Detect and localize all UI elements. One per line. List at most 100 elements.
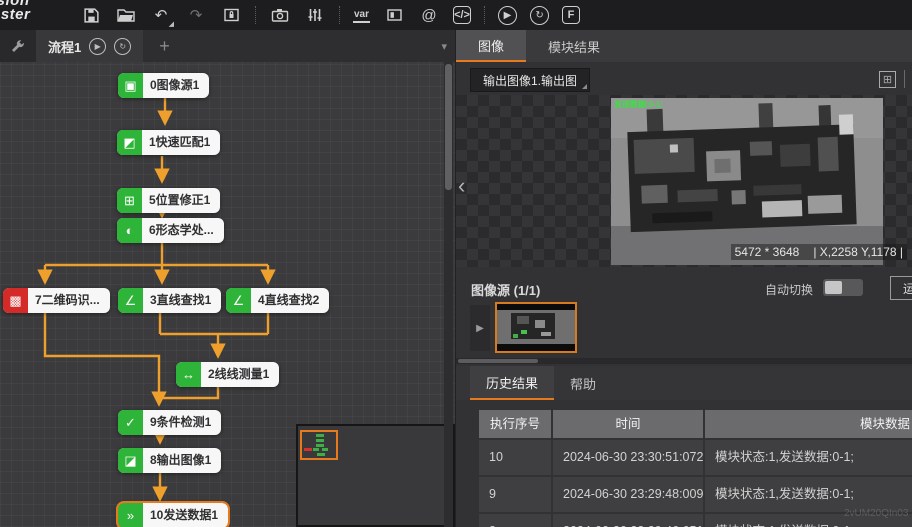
flow-node-1[interactable]: ◩1快速匹配1 (117, 130, 220, 155)
node-label: 4直线查找2 (251, 288, 329, 313)
watermark: 2vUM20QIn03 (844, 508, 908, 519)
run-continuous-icon[interactable]: ↻ (530, 6, 549, 25)
node-icon: ◩ (117, 130, 142, 155)
canvas-vertical-scrollbar[interactable] (444, 62, 453, 527)
node-icon: » (118, 503, 143, 527)
image-resolution: 5472 * 3648 (735, 245, 800, 259)
image-source-dropdown[interactable]: 输出图像1.输出图 (470, 68, 590, 92)
layout-grid-icon[interactable]: ⊞ (879, 71, 896, 88)
cursor-position: | X,2258 Y,1178 | (813, 245, 903, 259)
image-overlay-text: 发送数据:0-1; (614, 99, 663, 110)
minimap[interactable] (296, 424, 455, 527)
node-icon: ✓ (118, 410, 143, 435)
redo-icon[interactable]: ↷ (185, 4, 207, 26)
history-tabs: 历史结果 帮助 (456, 366, 912, 400)
node-label: 1快速匹配1 (142, 130, 220, 155)
auto-switch-toggle[interactable] (823, 279, 863, 296)
node-label: 5位置修正1 (142, 188, 220, 213)
node-label: 6形态学处... (142, 218, 224, 243)
run-once-icon[interactable]: ▶ (498, 6, 517, 25)
flowbar-chevron-down-icon[interactable]: ▾ (441, 40, 447, 53)
flow-tab-bar: 流程1 ▶ ↻ + ▾ (0, 30, 455, 62)
flow-node-7[interactable]: ↔2线线测量1 (176, 362, 279, 387)
flow-node-2[interactable]: ⊞5位置修正1 (117, 188, 220, 213)
table-row[interactable]: 92024-06-30 23:29:48:009模块状态:1,发送数据:0-1; (479, 477, 912, 512)
auto-switch-label: 自动切换 (765, 281, 813, 298)
thumbnail-expand-button[interactable]: ▶ (470, 305, 490, 351)
image-source-title: 图像源 (1/1) (471, 280, 540, 299)
node-icon: ◪ (118, 448, 143, 473)
col-time: 时间 (553, 410, 703, 438)
tab-module-result[interactable]: 模块结果 (526, 30, 622, 62)
collapse-left-chevron-icon[interactable]: ‹ (458, 173, 465, 199)
node-icon: ∠ (226, 288, 251, 313)
image-viewer[interactable]: 发送数据:0-1; ‹ 5472 * 3648 | X,2258 Y,1178 … (456, 95, 912, 267)
image-thumbnail[interactable] (495, 302, 577, 353)
col-exec-index: 执行序号 (479, 410, 551, 438)
flow-node-0[interactable]: ▣0图像源1 (118, 73, 209, 98)
toolbar-separator (339, 6, 340, 24)
module-settings-icon[interactable] (304, 4, 326, 26)
node-label: 3直线查找1 (143, 288, 221, 313)
tab-image[interactable]: 图像 (456, 30, 526, 62)
global-variables-icon[interactable]: var (353, 7, 370, 23)
open-solution-icon[interactable] (115, 4, 137, 26)
node-label: 8输出图像1 (143, 448, 221, 473)
node-icon: ▣ (118, 73, 143, 98)
viewer-toolbar-separator (904, 70, 905, 88)
result-tabs: 图像 模块结果 (456, 30, 912, 62)
app-logo: ision aster (0, 0, 30, 22)
io-module-icon[interactable] (383, 4, 405, 26)
app-window: ision aster ↶◢ ↷ var @ </> ▶ ↻ F 流程1 ▶ ↻ + ▾ (0, 0, 912, 527)
right-panel: 图像 模块结果 输出图像1.输出图 ⊞ (455, 30, 912, 527)
node-label: 10发送数据1 (143, 503, 228, 527)
table-cell: 模块状态:1,发送数据:0-1; (705, 440, 912, 475)
tab-history-result[interactable]: 历史结果 (470, 366, 554, 400)
table-cell: 9 (479, 477, 551, 512)
flow-node-9[interactable]: ◪8输出图像1 (118, 448, 221, 473)
table-cell: 10 (479, 440, 551, 475)
result-image (611, 98, 883, 265)
add-flow-button[interactable]: + (159, 36, 170, 57)
table-row[interactable]: 102024-06-30 23:30:51:072模块状态:1,发送数据:0-1… (479, 440, 912, 475)
minimap-viewport[interactable] (300, 430, 338, 460)
top-toolbar: ision aster ↶◢ ↷ var @ </> ▶ ↻ F (0, 0, 912, 30)
wrench-icon[interactable] (0, 30, 36, 62)
thumbnail-strip: ▶ (456, 302, 912, 357)
flow-node-8[interactable]: ✓9条件检测1 (118, 410, 221, 435)
node-icon: ∠ (118, 288, 143, 313)
flow-tab-label: 流程1 (48, 37, 81, 56)
toolbar-icons: ↶◢ ↷ var @ </> ▶ ↻ F (80, 0, 580, 30)
node-icon: ⊞ (117, 188, 142, 213)
thumbnail-scrollbar[interactable] (456, 358, 912, 364)
tab-help[interactable]: 帮助 (554, 366, 612, 400)
run-button[interactable]: 运行 (890, 276, 912, 300)
node-label: 0图像源1 (143, 73, 209, 98)
communication-icon[interactable]: @ (418, 4, 440, 26)
undo-icon[interactable]: ↶◢ (150, 4, 172, 26)
run-flow-loop-icon[interactable]: ↻ (114, 38, 131, 55)
table-cell: 2024-06-30 23:29:46:651 (553, 514, 703, 527)
image-status-bar: 5472 * 3648 | X,2258 Y,1178 | (731, 244, 907, 260)
undo-dropdown-caret: ◢ (169, 20, 174, 28)
flow-node-3[interactable]: ◐6形态学处... (117, 218, 224, 243)
col-module-data: 模块数据 (705, 410, 912, 438)
flow-node-6[interactable]: ∠4直线查找2 (226, 288, 329, 313)
code-script-icon[interactable]: </> (453, 6, 471, 24)
node-label: 9条件检测1 (143, 410, 221, 435)
window-lock-icon[interactable] (220, 4, 242, 26)
node-label: 7二维码识... (28, 288, 110, 313)
table-cell: 2024-06-30 23:29:48:009 (553, 477, 703, 512)
toolbar-separator (255, 6, 256, 24)
camera-icon[interactable] (269, 4, 291, 26)
flow-node-10[interactable]: »10发送数据1 (118, 503, 228, 527)
tab-flow-1[interactable]: 流程1 ▶ ↻ (36, 30, 143, 62)
flow-node-4[interactable]: ▩7二维码识... (3, 288, 110, 313)
flow-node-5[interactable]: ∠3直线查找1 (118, 288, 221, 313)
save-icon[interactable] (80, 4, 102, 26)
flowchart-canvas[interactable]: ▣0图像源1 ◩1快速匹配1 ⊞5位置修正1 ◐6形态学处... ▩7二维码识... ∠3… (0, 62, 455, 527)
function-frame-icon[interactable]: F (562, 6, 580, 24)
run-flow-icon[interactable]: ▶ (89, 38, 106, 55)
toolbar-separator (484, 6, 485, 24)
history-table-header: 执行序号 时间 模块数据 (479, 410, 912, 438)
